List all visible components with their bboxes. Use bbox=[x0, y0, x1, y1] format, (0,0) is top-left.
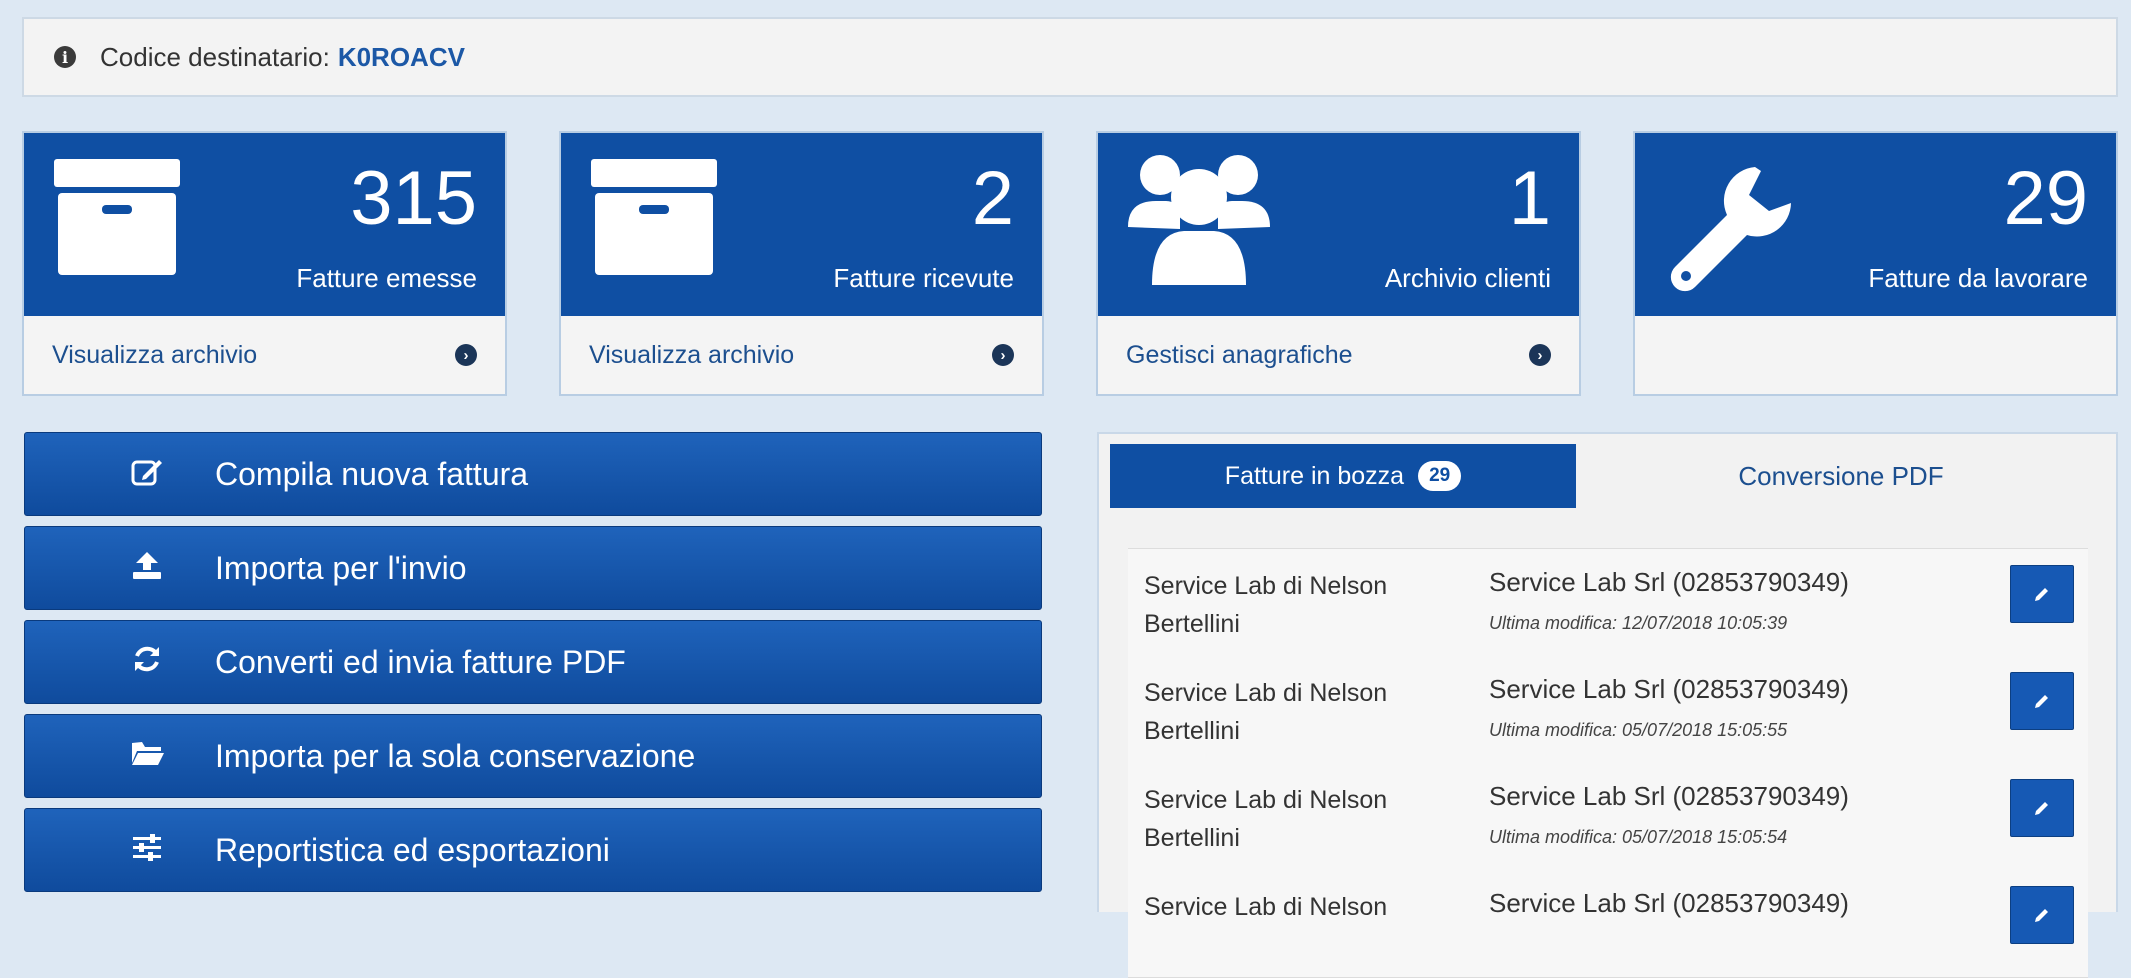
count-badge: 29 bbox=[1418, 461, 1462, 491]
recipient-code-label: Codice destinatario: bbox=[100, 41, 330, 72]
circle-arrow-right-icon[interactable]: › bbox=[455, 344, 477, 366]
converti-invia-pdf-button[interactable]: Converti ed invia fatture PDF bbox=[24, 620, 1042, 704]
draft-row: Service Lab di Nelson Bertellini Service… bbox=[1128, 549, 2088, 657]
recipient-code-value: K0ROACV bbox=[337, 41, 465, 72]
tab-label[interactable]: Conversione PDF bbox=[1738, 461, 1943, 492]
draft-sender: Service Lab di Nelson bbox=[1144, 893, 1388, 921]
card-link-label[interactable]: Visualizza archivio bbox=[52, 341, 257, 370]
draft-client: Service Lab Srl (02853790349) bbox=[1489, 781, 1849, 811]
action-label[interactable]: Importa per la sola conservazione bbox=[215, 738, 695, 775]
card-footer-empty bbox=[1635, 316, 2116, 394]
action-label[interactable]: Compila nuova fattura bbox=[215, 456, 528, 493]
card-link[interactable]: Visualizza archivio › bbox=[24, 316, 505, 394]
draft-client: Service Lab Srl (02853790349) bbox=[1489, 567, 1849, 597]
card-label: Fatture ricevute bbox=[833, 263, 1014, 293]
draft-client: Service Lab Srl (02853790349) bbox=[1489, 888, 1849, 918]
edit-draft-button[interactable] bbox=[2010, 672, 2074, 730]
importa-per-invio-button[interactable]: Importa per l'invio bbox=[24, 526, 1042, 610]
recipient-code-bar: i Codice destinatario: K0ROACV bbox=[22, 17, 2118, 97]
wrench-icon bbox=[1665, 163, 1795, 298]
draft-modified: Ultima modifica: 05/07/2018 15:05:54 bbox=[1489, 827, 1788, 847]
edit-draft-button[interactable] bbox=[2010, 565, 2074, 623]
importa-conservazione-button[interactable]: Importa per la sola conservazione bbox=[24, 714, 1042, 798]
card-count: 29 bbox=[2003, 156, 2088, 241]
card-fatture-emesse: 315 Fatture emesse Visualizza archivio › bbox=[22, 131, 507, 396]
card-link-label[interactable]: Gestisci anagrafiche bbox=[1126, 341, 1353, 370]
info-icon: i bbox=[54, 46, 76, 68]
action-label[interactable]: Reportistica ed esportazioni bbox=[215, 832, 610, 869]
circle-arrow-right-icon[interactable]: › bbox=[992, 344, 1014, 366]
draft-sender: Service Lab di Nelson Bertellini bbox=[1144, 786, 1388, 852]
draft-row: Service Lab di Nelson Bertellini Service… bbox=[1128, 656, 2088, 764]
card-count: 1 bbox=[1508, 156, 1551, 241]
folder-open-icon bbox=[131, 739, 164, 774]
draft-sender: Service Lab di Nelson Bertellini bbox=[1144, 679, 1388, 745]
draft-modified: Ultima modifica: 05/07/2018 15:05:55 bbox=[1489, 720, 1788, 740]
tab-fatture-in-bozza[interactable]: Fatture in bozza 29 bbox=[1110, 444, 1576, 508]
drafts-list: Service Lab di Nelson Bertellini Service… bbox=[1128, 548, 2088, 978]
pencil-icon bbox=[2035, 695, 2048, 708]
archive-box-icon bbox=[54, 159, 180, 282]
archive-box-icon bbox=[591, 159, 717, 282]
action-label[interactable]: Importa per l'invio bbox=[215, 550, 467, 587]
pencil-icon bbox=[2035, 909, 2048, 922]
upload-icon bbox=[131, 550, 163, 587]
card-label: Fatture emesse bbox=[296, 263, 477, 293]
card-label: Archivio clienti bbox=[1384, 263, 1551, 293]
draft-modified: Ultima modifica: 12/07/2018 10:05:39 bbox=[1489, 613, 1788, 633]
users-group-icon bbox=[1126, 149, 1272, 294]
draft-row: Service Lab di Nelson Service Lab Srl (0… bbox=[1128, 870, 2088, 978]
edit-draft-button[interactable] bbox=[2010, 886, 2074, 944]
refresh-icon bbox=[131, 644, 163, 681]
circle-arrow-right-icon[interactable]: › bbox=[1529, 344, 1551, 366]
pencil-icon bbox=[2035, 588, 2048, 601]
card-count: 2 bbox=[971, 156, 1014, 241]
draft-client: Service Lab Srl (02853790349) bbox=[1489, 674, 1849, 704]
tab-conversione-pdf[interactable]: Conversione PDF bbox=[1576, 444, 2106, 508]
card-label: Fatture da lavorare bbox=[1868, 263, 2088, 293]
reportistica-esportazioni-button[interactable]: Reportistica ed esportazioni bbox=[24, 808, 1042, 892]
sliders-icon bbox=[131, 832, 163, 869]
draft-sender: Service Lab di Nelson Bertellini bbox=[1144, 572, 1388, 638]
card-link-label[interactable]: Visualizza archivio bbox=[589, 341, 794, 370]
draft-row: Service Lab di Nelson Bertellini Service… bbox=[1128, 763, 2088, 871]
card-link[interactable]: Visualizza archivio › bbox=[561, 316, 1042, 394]
card-fatture-ricevute: 2 Fatture ricevute Visualizza archivio › bbox=[559, 131, 1044, 396]
card-archivio-clienti: 1 Archivio clienti Gestisci anagrafiche … bbox=[1096, 131, 1581, 396]
edit-draft-button[interactable] bbox=[2010, 779, 2074, 837]
card-link[interactable]: Gestisci anagrafiche › bbox=[1098, 316, 1579, 394]
edit-icon bbox=[131, 456, 163, 493]
card-fatture-da-lavorare: 29 Fatture da lavorare bbox=[1633, 131, 2118, 396]
pencil-icon bbox=[2035, 802, 2048, 815]
compila-nuova-fattura-button[interactable]: Compila nuova fattura bbox=[24, 432, 1042, 516]
card-count: 315 bbox=[350, 156, 477, 241]
tab-label[interactable]: Fatture in bozza bbox=[1225, 462, 1404, 491]
action-label[interactable]: Converti ed invia fatture PDF bbox=[215, 644, 626, 681]
